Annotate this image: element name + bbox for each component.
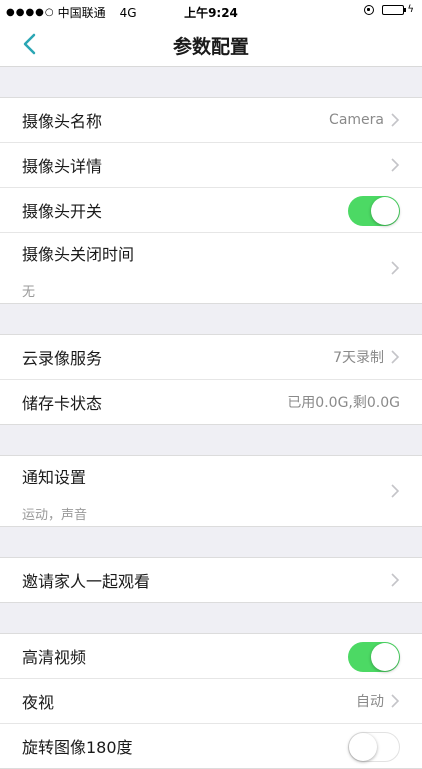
row-label: 高清视频 xyxy=(22,648,87,667)
toggle-knob xyxy=(349,733,377,761)
settings-group-video: 高清视频 夜视 自动 旋转图像180度 xyxy=(0,633,422,769)
row-label: 云录像服务 xyxy=(22,349,103,368)
camera-details-row[interactable]: 摄像头详情 xyxy=(0,143,422,188)
notification-settings-row[interactable]: 通知设置 运动，声音 xyxy=(0,456,422,526)
row-value: 7天录制 xyxy=(333,350,384,366)
row-value: Camera xyxy=(329,112,384,128)
row-label: 邀请家人一起观看 xyxy=(22,572,151,591)
chevron-right-icon xyxy=(391,573,400,587)
chevron-right-icon xyxy=(391,484,400,498)
row-label: 摄像头关闭时间 xyxy=(22,245,135,264)
rotation-lock-icon xyxy=(364,4,375,15)
status-time: 上午9:24 xyxy=(184,6,238,20)
chevron-right-icon xyxy=(391,694,400,708)
rotate-image-row: 旋转图像180度 xyxy=(0,724,422,768)
camera-power-row: 摄像头开关 xyxy=(0,188,422,233)
row-label: 夜视 xyxy=(22,693,55,712)
cloud-recording-row[interactable]: 云录像服务 7天录制 xyxy=(0,335,422,380)
row-label: 摄像头详情 xyxy=(22,157,103,176)
nav-bar: 参数配置 xyxy=(0,22,422,67)
hd-video-row: 高清视频 xyxy=(0,634,422,679)
row-subtitle: 运动，声音 xyxy=(22,508,88,523)
chevron-right-icon xyxy=(391,350,400,364)
battery-icon xyxy=(382,4,407,15)
row-subtitle: 无 xyxy=(22,285,36,300)
camera-power-toggle[interactable] xyxy=(348,196,400,226)
settings-list: 摄像头名称 Camera 摄像头详情 摄像头开关 摄像头关闭时间 无 云录像服务… xyxy=(0,67,422,769)
status-bar: ●●●●○ 中国联通 4G 上午9:24 ϟ xyxy=(0,0,422,22)
camera-name-row[interactable]: 摄像头名称 Camera xyxy=(0,98,422,143)
page-title: 参数配置 xyxy=(172,36,249,58)
row-value: 已用0.0G,剩0.0G xyxy=(287,395,400,411)
toggle-knob xyxy=(371,197,399,225)
camera-off-time-row[interactable]: 摄像头关闭时间 无 xyxy=(0,233,422,303)
invite-family-row[interactable]: 邀请家人一起观看 xyxy=(0,558,422,602)
settings-group-share: 邀请家人一起观看 xyxy=(0,557,422,603)
rotate-image-toggle[interactable] xyxy=(348,732,400,762)
chevron-right-icon xyxy=(391,261,400,275)
row-value: 自动 xyxy=(356,694,384,710)
hd-video-toggle[interactable] xyxy=(348,642,400,672)
settings-group-storage: 云录像服务 7天录制 储存卡状态 已用0.0G,剩0.0G xyxy=(0,334,422,425)
settings-group-notification: 通知设置 运动，声音 xyxy=(0,455,422,527)
row-label: 通知设置 xyxy=(22,468,87,487)
chevron-right-icon xyxy=(391,113,400,127)
row-label: 旋转图像180度 xyxy=(22,738,133,757)
sd-card-status-row: 储存卡状态 已用0.0G,剩0.0G xyxy=(0,380,422,424)
charging-icon: ϟ xyxy=(407,4,414,15)
chevron-right-icon xyxy=(391,158,400,172)
row-label: 摄像头开关 xyxy=(22,202,103,221)
row-label: 储存卡状态 xyxy=(22,394,103,413)
row-label: 摄像头名称 xyxy=(22,112,103,131)
status-right: ϟ xyxy=(364,4,414,15)
night-vision-row[interactable]: 夜视 自动 xyxy=(0,679,422,724)
toggle-knob xyxy=(371,643,399,671)
settings-group-camera: 摄像头名称 Camera 摄像头详情 摄像头开关 摄像头关闭时间 无 xyxy=(0,97,422,304)
